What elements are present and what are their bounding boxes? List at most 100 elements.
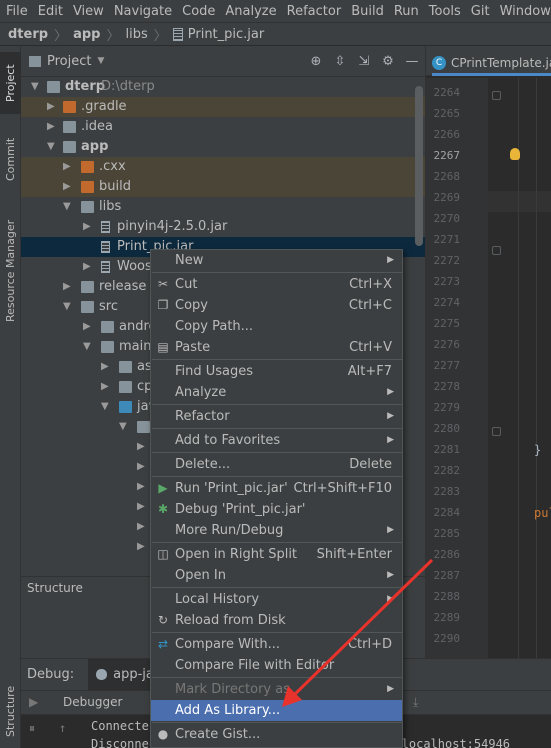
- line-number: 2267: [433, 149, 461, 162]
- menu-navigate[interactable]: Navigate: [108, 4, 176, 19]
- tab-resource-manager-label: Resource Manager: [4, 219, 17, 323]
- tab-debugger[interactable]: Debugger: [63, 695, 122, 709]
- chevron-right-icon[interactable]: ▶: [137, 517, 145, 537]
- locate-icon[interactable]: ⊕: [309, 54, 323, 69]
- menu-item-add-to-favorites[interactable]: Add to Favorites ▶: [151, 430, 402, 451]
- chevron-down-icon[interactable]: ▼: [47, 137, 55, 157]
- chevron-down-icon[interactable]: ▼: [119, 417, 127, 437]
- tree-item-cxx[interactable]: ▶ .cxx: [21, 157, 425, 177]
- menu-item-copy-path[interactable]: Copy Path...: [151, 316, 402, 337]
- menu-tools[interactable]: Tools: [423, 4, 465, 19]
- chevron-right-icon[interactable]: ▶: [63, 277, 71, 297]
- menu-item-copy[interactable]: ❐ Copy Ctrl+C: [151, 295, 402, 316]
- tree-item-build[interactable]: ▶ build: [21, 177, 425, 197]
- code-editor[interactable]: C CPrintTemplate.ja 2264 2265 2266 2267 …: [425, 46, 551, 658]
- tree-item-pinyin[interactable]: ▶ pinyin4j-2.5.0.jar: [21, 217, 425, 237]
- chevron-right-icon[interactable]: ▶: [83, 317, 91, 337]
- chevron-right-icon[interactable]: ▶: [137, 457, 145, 477]
- tree-item-gradle[interactable]: ▶ .gradle: [21, 97, 425, 117]
- minimize-icon[interactable]: —: [405, 54, 419, 69]
- tree-item-dterp[interactable]: ▼ dterp D:\dterp: [21, 77, 425, 97]
- lightbulb-icon[interactable]: [510, 148, 520, 160]
- fold-marker-icon[interactable]: [492, 91, 501, 100]
- menu-window[interactable]: Window: [494, 4, 551, 19]
- menu-item-cut[interactable]: ✂ Cut Ctrl+X: [151, 274, 402, 295]
- breadcrumb-app[interactable]: app: [73, 27, 100, 42]
- breadcrumb-libs[interactable]: libs: [125, 27, 147, 42]
- expand-all-icon[interactable]: ⇳: [333, 54, 347, 69]
- chevron-right-icon[interactable]: ▶: [83, 217, 91, 237]
- menu-run[interactable]: Run: [388, 4, 423, 19]
- menu-item-compare-file-editor[interactable]: Compare File with Editor: [151, 655, 402, 676]
- menu-item-open-in[interactable]: Open In ▶: [151, 565, 402, 586]
- chevron-right-icon[interactable]: ▶: [137, 477, 145, 497]
- chevron-right-icon[interactable]: ▶: [47, 117, 55, 137]
- menu-view[interactable]: View: [67, 4, 108, 19]
- breadcrumb-dterp[interactable]: dterp: [8, 27, 48, 42]
- menu-item-find-usages[interactable]: Find Usages Alt+F7: [151, 361, 402, 382]
- chevron-right-icon[interactable]: ▶: [101, 377, 109, 397]
- chevron-down-icon[interactable]: ▼: [63, 197, 71, 217]
- gear-icon[interactable]: ⚙: [381, 54, 395, 69]
- menu-file[interactable]: File: [0, 4, 32, 19]
- menu-item-more-run-debug[interactable]: More Run/Debug ▶: [151, 520, 402, 541]
- menu-analyze[interactable]: Analyze: [219, 4, 280, 19]
- chevron-right-icon[interactable]: ▶: [47, 97, 55, 117]
- menu-item-new[interactable]: New ▶: [151, 250, 402, 271]
- tree-label: pinyin4j-2.5.0.jar: [117, 219, 228, 234]
- tree-item-libs[interactable]: ▼ libs: [21, 197, 425, 217]
- menu-item-delete[interactable]: Delete... Delete: [151, 454, 402, 475]
- tree-item-idea[interactable]: ▶ .idea: [21, 117, 425, 137]
- menu-git[interactable]: Git: [465, 4, 494, 19]
- chevron-right-icon[interactable]: ▶: [137, 497, 145, 517]
- project-panel-title[interactable]: Project: [47, 54, 91, 69]
- chevron-right-icon[interactable]: ▶: [101, 357, 109, 377]
- rerun-icon[interactable]: ▶: [29, 695, 38, 709]
- tab-project[interactable]: Project: [0, 52, 21, 114]
- chevron-right-icon[interactable]: ▶: [83, 257, 91, 277]
- chevron-right-icon[interactable]: ▶: [137, 537, 145, 557]
- chevron-right-icon[interactable]: ▶: [137, 437, 145, 457]
- menu-item-add-as-library[interactable]: Add As Library...: [151, 700, 402, 721]
- chevron-down-icon[interactable]: ▼: [31, 77, 39, 97]
- menu-item-run[interactable]: ▶ Run 'Print_pic.jar' Ctrl+Shift+F10: [151, 478, 402, 499]
- menu-item-mark-directory[interactable]: Mark Directory as ▶: [151, 679, 402, 700]
- menu-item-create-gist[interactable]: ● Create Gist...: [151, 724, 402, 745]
- menu-edit[interactable]: Edit: [32, 4, 67, 19]
- chevron-down-icon[interactable]: ▼: [97, 56, 104, 66]
- step-icon[interactable]: ⤓: [413, 695, 418, 710]
- line-number: 2290: [433, 632, 461, 645]
- editor-tab[interactable]: C CPrintTemplate.ja: [432, 52, 551, 76]
- up-arrow-icon[interactable]: ↑: [59, 721, 66, 735]
- chevron-down-icon[interactable]: ▼: [63, 297, 71, 317]
- chevron-right-icon[interactable]: ▶: [63, 157, 71, 177]
- run-icon: ▶: [158, 481, 168, 495]
- menu-item-open-right-split[interactable]: ◫ Open in Right Split Shift+Enter: [151, 544, 402, 565]
- pause-icon[interactable]: ⏸: [29, 721, 35, 736]
- chevron-down-icon[interactable]: ▼: [83, 337, 91, 357]
- menu-item-compare-with[interactable]: ⇄ Compare With... Ctrl+D: [151, 634, 402, 655]
- menu-item-local-history[interactable]: Local History ▶: [151, 589, 402, 610]
- chevron-right-icon[interactable]: ▶: [63, 177, 71, 197]
- tab-commit[interactable]: Commit: [0, 128, 21, 190]
- breadcrumb-print-pic[interactable]: Print_pic.jar: [188, 27, 264, 42]
- menu-code[interactable]: Code: [176, 4, 219, 19]
- fold-marker-icon[interactable]: [492, 427, 501, 436]
- tab-structure[interactable]: Structure: [0, 676, 21, 746]
- fold-marker-icon[interactable]: [492, 246, 501, 255]
- module-folder-icon: [63, 141, 76, 153]
- menu-item-refactor[interactable]: Refactor ▶: [151, 406, 402, 427]
- project-scrollbar[interactable]: [415, 86, 423, 246]
- menu-item-debug[interactable]: ✱ Debug 'Print_pic.jar': [151, 499, 402, 520]
- tab-resource-manager[interactable]: Resource Manager: [0, 206, 21, 336]
- menu-build[interactable]: Build: [345, 4, 388, 19]
- menu-refactor[interactable]: Refactor: [281, 4, 346, 19]
- tree-label: src: [99, 299, 118, 314]
- tree-item-app[interactable]: ▼ app: [21, 137, 425, 157]
- menu-item-reload-from-disk[interactable]: ↻ Reload from Disk: [151, 610, 402, 631]
- submenu-arrow-icon: ▶: [387, 525, 394, 535]
- menu-item-paste[interactable]: ▤ Paste Ctrl+V: [151, 337, 402, 358]
- chevron-down-icon[interactable]: ▼: [101, 397, 109, 417]
- collapse-all-icon[interactable]: ⇲: [357, 54, 371, 69]
- menu-item-analyze[interactable]: Analyze ▶: [151, 382, 402, 403]
